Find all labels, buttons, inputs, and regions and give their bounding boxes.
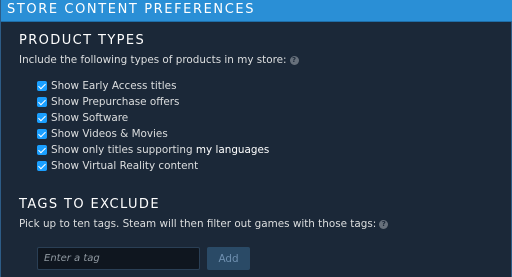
checkbox-checked-icon[interactable]	[37, 161, 47, 171]
option-my-languages[interactable]: Show only titles supporting my languages	[37, 142, 269, 158]
checkbox-checked-icon[interactable]	[37, 81, 47, 91]
panel-header: STORE CONTENT PREFERENCES	[1, 0, 512, 22]
product-types-title: PRODUCT TYPES	[19, 33, 146, 48]
option-virtual-reality[interactable]: Show Virtual Reality content	[37, 158, 269, 174]
help-icon[interactable]: ?	[379, 220, 389, 229]
option-label: Show Videos & Movies	[51, 128, 168, 140]
panel-title: STORE CONTENT PREFERENCES	[7, 2, 256, 17]
tags-description-text: Pick up to ten tags. Steam will then fil…	[19, 218, 377, 230]
option-software[interactable]: Show Software	[37, 110, 269, 126]
option-label: Show only titles supporting my languages	[51, 144, 269, 156]
tags-to-exclude-title: TAGS TO EXCLUDE	[19, 197, 160, 212]
my-languages-link[interactable]: my languages	[196, 144, 269, 156]
product-types-description: Include the following types of products …	[19, 54, 299, 66]
option-label-prefix: Show only titles supporting	[51, 144, 196, 156]
option-videos-movies[interactable]: Show Videos & Movies	[37, 126, 269, 142]
option-label: Show Early Access titles	[51, 80, 177, 92]
option-prepurchase[interactable]: Show Prepurchase offers	[37, 94, 269, 110]
preferences-panel: STORE CONTENT PREFERENCES PRODUCT TYPES …	[0, 0, 512, 277]
checkbox-checked-icon[interactable]	[37, 129, 47, 139]
help-icon[interactable]: ?	[289, 56, 299, 65]
option-early-access[interactable]: Show Early Access titles	[37, 78, 269, 94]
option-label: Show Virtual Reality content	[51, 160, 199, 172]
tags-description: Pick up to ten tags. Steam will then fil…	[19, 218, 389, 230]
tag-input[interactable]	[37, 247, 200, 270]
option-label: Show Prepurchase offers	[51, 96, 180, 108]
checkbox-checked-icon[interactable]	[37, 113, 47, 123]
checkbox-checked-icon[interactable]	[37, 145, 47, 155]
product-types-description-text: Include the following types of products …	[19, 54, 287, 66]
option-label: Show Software	[51, 112, 129, 124]
product-type-options: Show Early Access titles Show Prepurchas…	[37, 78, 269, 174]
checkbox-checked-icon[interactable]	[37, 97, 47, 107]
add-tag-button[interactable]: Add	[207, 247, 250, 270]
